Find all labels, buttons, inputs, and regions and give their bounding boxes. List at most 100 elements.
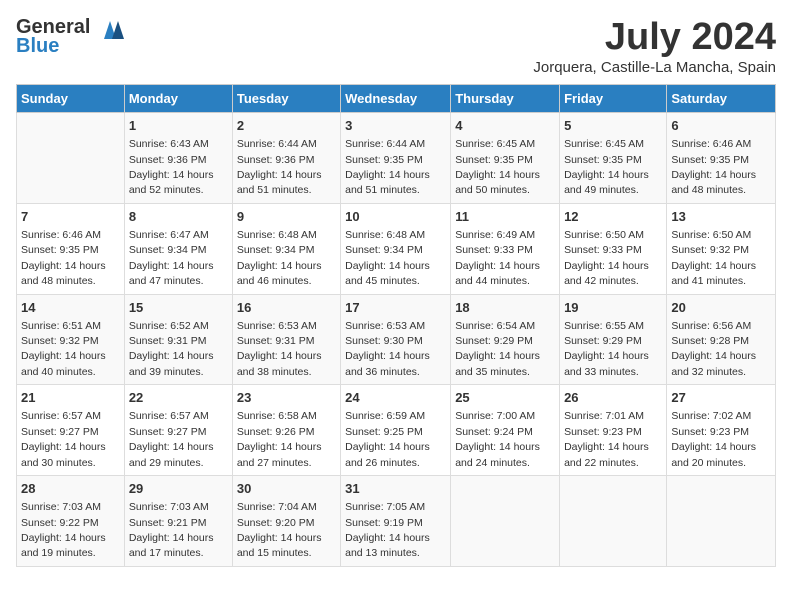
day-number: 15 [129, 299, 228, 317]
day-info: Sunrise: 7:01 AMSunset: 9:23 PMDaylight:… [564, 410, 649, 468]
calendar-cell [667, 476, 776, 567]
day-info: Sunrise: 6:49 AMSunset: 9:33 PMDaylight:… [455, 229, 540, 287]
calendar-cell: 22 Sunrise: 6:57 AMSunset: 9:27 PMDayligh… [124, 385, 232, 476]
day-info: Sunrise: 6:57 AMSunset: 9:27 PMDaylight:… [21, 410, 106, 468]
day-info: Sunrise: 6:53 AMSunset: 9:31 PMDaylight:… [237, 320, 322, 378]
day-number: 31 [345, 480, 446, 498]
calendar-cell [451, 476, 560, 567]
day-info: Sunrise: 7:05 AMSunset: 9:19 PMDaylight:… [345, 501, 430, 559]
page-header: General Blue July 2024 Jorquera, Castill… [16, 16, 776, 76]
day-number: 27 [671, 389, 771, 407]
calendar-week-row: 21 Sunrise: 6:57 AMSunset: 9:27 PMDayligh… [17, 385, 776, 476]
logo: General Blue [16, 16, 126, 58]
day-info: Sunrise: 6:54 AMSunset: 9:29 PMDaylight:… [455, 320, 540, 378]
day-info: Sunrise: 6:52 AMSunset: 9:31 PMDaylight:… [129, 320, 214, 378]
calendar-cell: 6 Sunrise: 6:46 AMSunset: 9:35 PMDaylight… [667, 113, 776, 204]
calendar-cell: 4Sunrise: 6:45 AMSunset: 9:35 PMDaylight… [451, 113, 560, 204]
day-info: Sunrise: 7:04 AMSunset: 9:20 PMDaylight:… [237, 501, 322, 559]
day-number: 26 [564, 389, 662, 407]
calendar-cell: 21 Sunrise: 6:57 AMSunset: 9:27 PMDayligh… [17, 385, 125, 476]
day-number: 14 [21, 299, 120, 317]
day-info: Sunrise: 6:53 AMSunset: 9:30 PMDaylight:… [345, 320, 430, 378]
day-number: 29 [129, 480, 228, 498]
header-day: Sunday [17, 85, 125, 113]
day-number: 19 [564, 299, 662, 317]
day-info: Sunrise: 7:02 AMSunset: 9:23 PMDaylight:… [671, 410, 756, 468]
month-title: July 2024 [533, 16, 776, 59]
calendar-cell: 20 Sunrise: 6:56 AMSunset: 9:28 PMDayligh… [667, 294, 776, 385]
calendar-body: 1Sunrise: 6:43 AMSunset: 9:36 PMDaylight… [17, 113, 776, 567]
day-number: 7 [21, 208, 120, 226]
calendar-week-row: 1Sunrise: 6:43 AMSunset: 9:36 PMDaylight… [17, 113, 776, 204]
day-number: 12 [564, 208, 662, 226]
header-day: Wednesday [341, 85, 451, 113]
logo-icon [94, 17, 126, 39]
header-day: Tuesday [232, 85, 340, 113]
day-number: 13 [671, 208, 771, 226]
day-info: Sunrise: 6:51 AMSunset: 9:32 PMDaylight:… [21, 320, 106, 378]
day-number: 23 [237, 389, 336, 407]
day-number: 16 [237, 299, 336, 317]
day-info: Sunrise: 6:44 AMSunset: 9:35 PMDaylight:… [345, 138, 430, 196]
day-info: Sunrise: 6:55 AMSunset: 9:29 PMDaylight:… [564, 320, 649, 378]
calendar-cell: 25Sunrise: 7:00 AMSunset: 9:24 PMDayligh… [451, 385, 560, 476]
day-info: Sunrise: 6:47 AMSunset: 9:34 PMDaylight:… [129, 229, 214, 287]
calendar-cell: 29 Sunrise: 7:03 AMSunset: 9:21 PMDayligh… [124, 476, 232, 567]
calendar-cell: 26 Sunrise: 7:01 AMSunset: 9:23 PMDayligh… [560, 385, 667, 476]
day-number: 6 [671, 117, 771, 135]
day-number: 18 [455, 299, 555, 317]
calendar-cell: 8 Sunrise: 6:47 AMSunset: 9:34 PMDaylight… [124, 203, 232, 294]
calendar-header: SundayMondayTuesdayWednesdayThursdayFrid… [17, 85, 776, 113]
calendar-table: SundayMondayTuesdayWednesdayThursdayFrid… [16, 84, 776, 567]
day-info: Sunrise: 6:45 AMSunset: 9:35 PMDaylight:… [564, 138, 649, 196]
day-info: Sunrise: 6:56 AMSunset: 9:28 PMDaylight:… [671, 320, 756, 378]
calendar-cell: 18 Sunrise: 6:54 AMSunset: 9:29 PMDayligh… [451, 294, 560, 385]
calendar-cell: 16 Sunrise: 6:53 AMSunset: 9:31 PMDayligh… [232, 294, 340, 385]
day-number: 22 [129, 389, 228, 407]
day-info: Sunrise: 6:48 AMSunset: 9:34 PMDaylight:… [345, 229, 430, 287]
calendar-cell: 19 Sunrise: 6:55 AMSunset: 9:29 PMDayligh… [560, 294, 667, 385]
day-info: Sunrise: 6:45 AMSunset: 9:35 PMDaylight:… [455, 138, 540, 196]
calendar-week-row: 28 Sunrise: 7:03 AMSunset: 9:22 PMDayligh… [17, 476, 776, 567]
day-info: Sunrise: 7:03 AMSunset: 9:21 PMDaylight:… [129, 501, 214, 559]
day-number: 20 [671, 299, 771, 317]
day-number: 11 [455, 208, 555, 226]
calendar-cell: 7 Sunrise: 6:46 AMSunset: 9:35 PMDaylight… [17, 203, 125, 294]
day-info: Sunrise: 7:03 AMSunset: 9:22 PMDaylight:… [21, 501, 106, 559]
day-number: 3 [345, 117, 446, 135]
calendar-cell: 11 Sunrise: 6:49 AMSunset: 9:33 PMDayligh… [451, 203, 560, 294]
calendar-cell [560, 476, 667, 567]
logo-blue-text: Blue [16, 35, 59, 58]
day-number: 24 [345, 389, 446, 407]
calendar-cell: 15 Sunrise: 6:52 AMSunset: 9:31 PMDayligh… [124, 294, 232, 385]
day-info: Sunrise: 6:59 AMSunset: 9:25 PMDaylight:… [345, 410, 430, 468]
header-day: Friday [560, 85, 667, 113]
day-info: Sunrise: 6:46 AMSunset: 9:35 PMDaylight:… [21, 229, 106, 287]
calendar-cell: 3 Sunrise: 6:44 AMSunset: 9:35 PMDaylight… [341, 113, 451, 204]
day-number: 5 [564, 117, 662, 135]
day-info: Sunrise: 6:46 AMSunset: 9:35 PMDaylight:… [671, 138, 756, 196]
calendar-cell: 14 Sunrise: 6:51 AMSunset: 9:32 PMDayligh… [17, 294, 125, 385]
day-info: Sunrise: 6:48 AMSunset: 9:34 PMDaylight:… [237, 229, 322, 287]
calendar-week-row: 7 Sunrise: 6:46 AMSunset: 9:35 PMDaylight… [17, 203, 776, 294]
day-number: 8 [129, 208, 228, 226]
day-number: 28 [21, 480, 120, 498]
header-day: Monday [124, 85, 232, 113]
calendar-cell: 28 Sunrise: 7:03 AMSunset: 9:22 PMDayligh… [17, 476, 125, 567]
day-number: 30 [237, 480, 336, 498]
header-row: SundayMondayTuesdayWednesdayThursdayFrid… [17, 85, 776, 113]
calendar-cell: 27 Sunrise: 7:02 AMSunset: 9:23 PMDayligh… [667, 385, 776, 476]
calendar-cell: 17 Sunrise: 6:53 AMSunset: 9:30 PMDayligh… [341, 294, 451, 385]
day-info: Sunrise: 6:57 AMSunset: 9:27 PMDaylight:… [129, 410, 214, 468]
day-info: Sunrise: 7:00 AMSunset: 9:24 PMDaylight:… [455, 410, 540, 468]
calendar-cell: 13Sunrise: 6:50 AMSunset: 9:32 PMDayligh… [667, 203, 776, 294]
day-number: 17 [345, 299, 446, 317]
day-number: 10 [345, 208, 446, 226]
title-area: July 2024 Jorquera, Castille-La Mancha, … [533, 16, 776, 76]
day-info: Sunrise: 6:58 AMSunset: 9:26 PMDaylight:… [237, 410, 322, 468]
day-number: 21 [21, 389, 120, 407]
day-info: Sunrise: 6:43 AMSunset: 9:36 PMDaylight:… [129, 138, 214, 196]
calendar-cell: 23 Sunrise: 6:58 AMSunset: 9:26 PMDayligh… [232, 385, 340, 476]
calendar-cell: 31 Sunrise: 7:05 AMSunset: 9:19 PMDayligh… [341, 476, 451, 567]
day-number: 2 [237, 117, 336, 135]
